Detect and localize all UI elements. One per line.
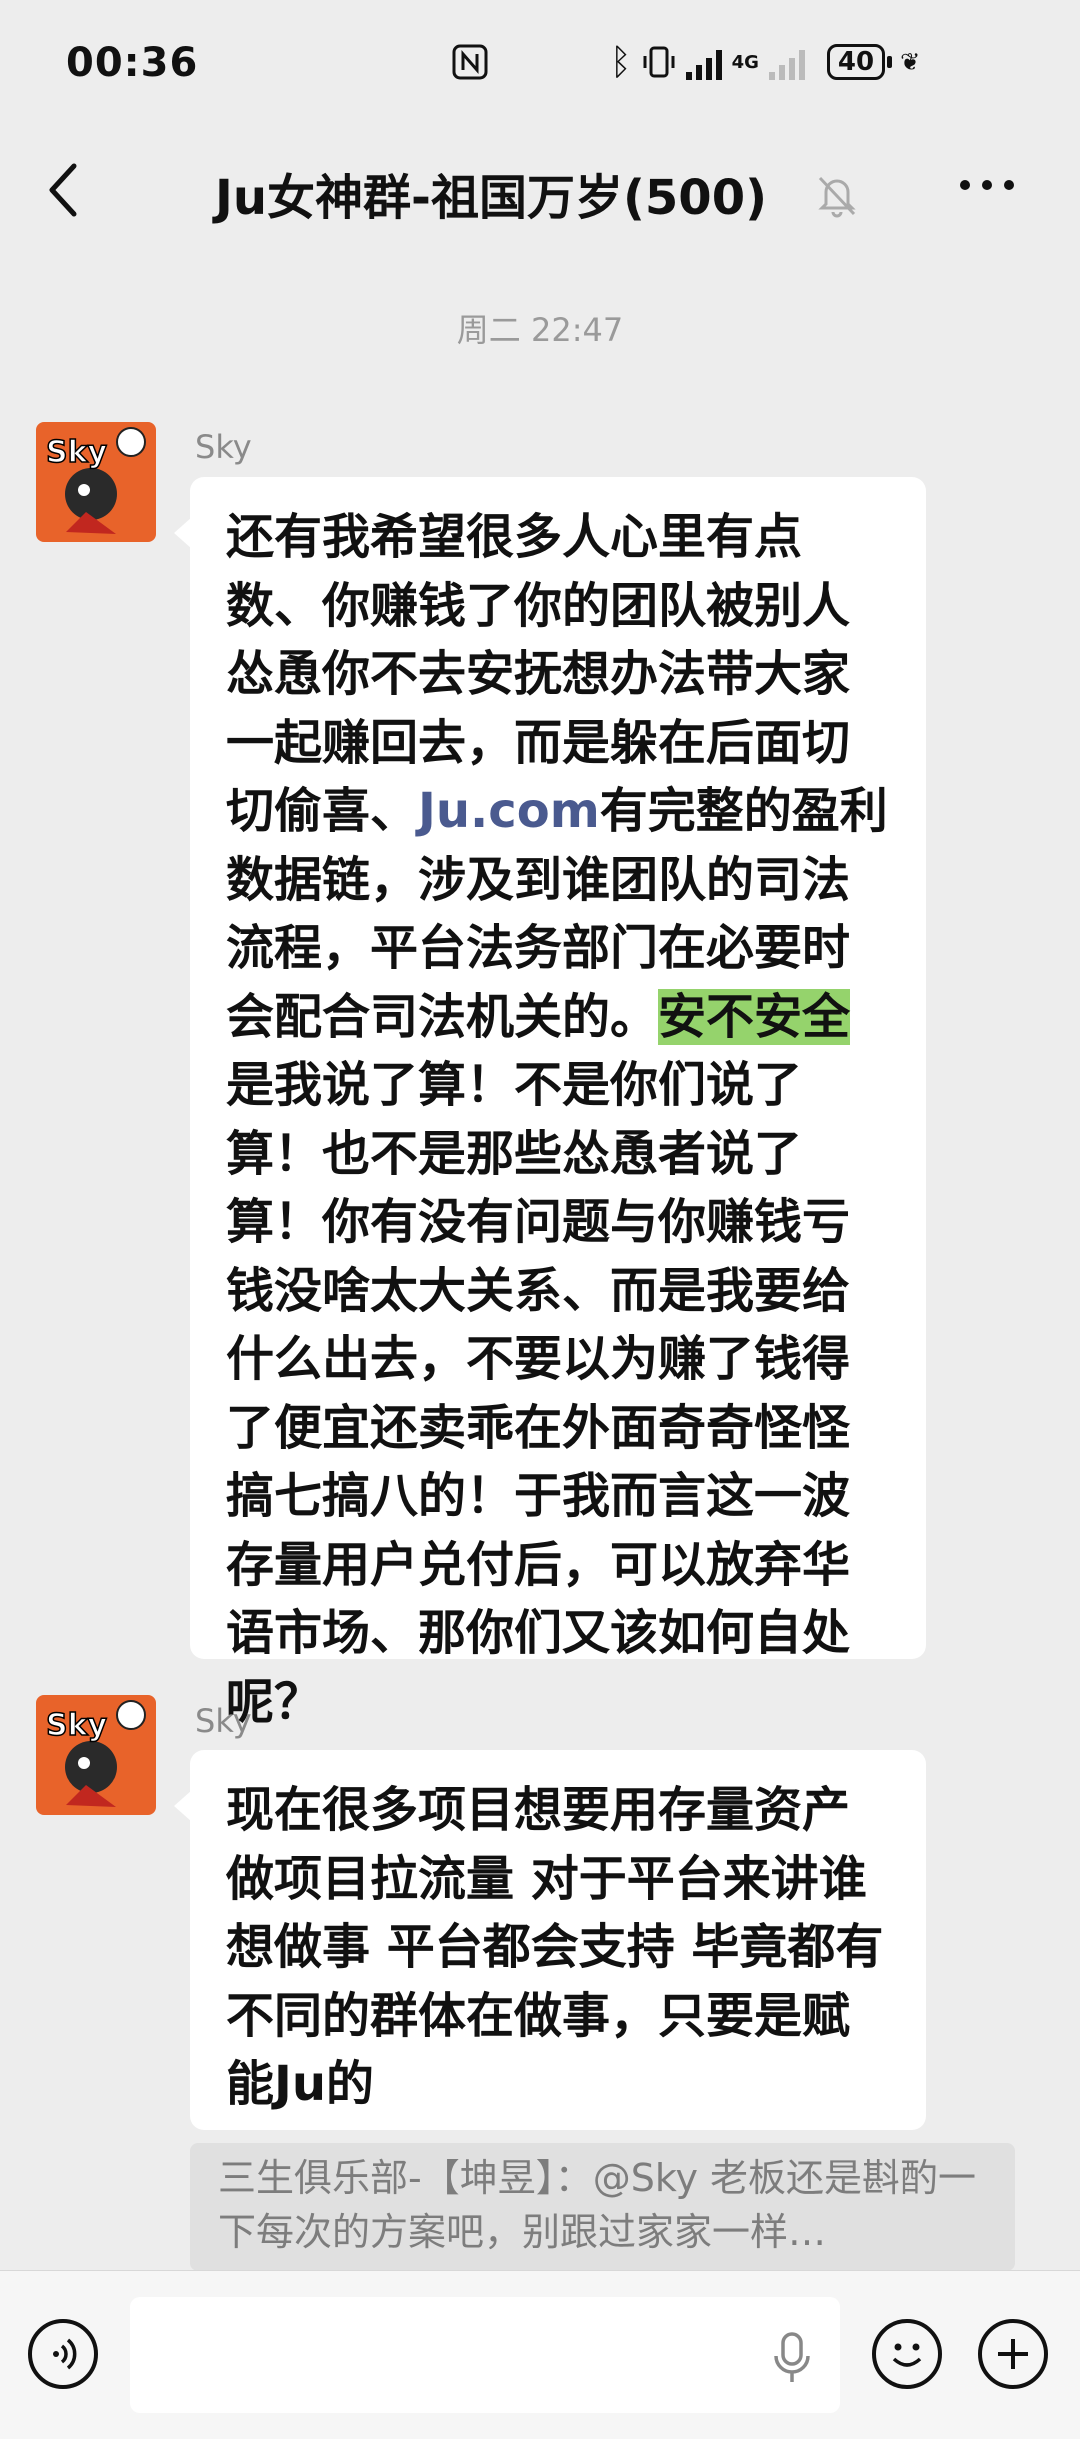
svg-text:Sky: Sky [46,1708,108,1743]
message-input[interactable] [130,2297,840,2413]
battery-level: 40 [826,44,886,80]
smiley-icon [892,2343,922,2367]
message-text: 还有我希望很多人心里有点数、你赚钱了你的团队被别人怂恿你不去安抚想办法带大家一起… [226,509,888,1730]
plus-icon [998,2339,1028,2369]
input-bar [0,2270,1080,2439]
vibrate-icon [643,46,675,78]
message-timestamp: 周二 22:47 [456,311,624,349]
voice-input-button[interactable] [28,2319,98,2389]
emoji-button[interactable] [872,2319,942,2389]
chat-title: Ju女神群-祖国万岁(500) [215,170,768,226]
sender-name: Sky [195,428,252,466]
svg-text:Sky: Sky [46,435,108,470]
sky-avatar-icon: Sky [36,422,156,542]
sender-avatar[interactable]: Sky [36,422,156,542]
message-bubble[interactable]: 现在很多项目想要用存量资产做项目拉流量 对于平台来讲谁想做事 平台都会支持 毕竟… [174,1750,926,2130]
message-link[interactable]: Ju.com [418,783,600,839]
signal-icon [685,44,722,80]
power-saving-leaf-icon: ❦ [900,48,921,76]
chat-header: Ju女神群-祖国万岁(500) [0,130,1080,255]
microphone-icon[interactable] [770,2330,814,2386]
sender-name: Sky [195,1702,252,1740]
highlighted-text: 安不安全 [658,988,851,1045]
status-icons: ᛒ 4G 40 ❦ [610,40,920,84]
more-options-button[interactable] [960,180,1014,190]
nfc-icon [452,44,488,80]
battery-icon: 40 ❦ [826,44,921,80]
back-arrow-icon[interactable] [40,160,90,220]
sky-avatar-icon: Sky [36,1695,156,1815]
bluetooth-icon: ᛒ [610,41,632,83]
quoted-reply[interactable]: 三生俱乐部-【坤昱】：@Sky 老板还是斟酌一下每次的方案吧，别跟过家家一样… [190,2143,1015,2271]
voice-wave-icon [53,2338,77,2370]
message-text: 现在很多项目想要用存量资产做项目拉流量 对于平台来讲谁想做事 平台都会支持 毕竟… [226,1782,884,2112]
mute-bell-icon [818,176,856,218]
network-type-label: 4G [731,51,759,73]
signal-weak-icon [768,44,805,80]
status-time: 00:36 [66,40,199,86]
sender-avatar[interactable]: Sky [36,1695,156,1815]
more-functions-button[interactable] [978,2319,1048,2389]
message-bubble[interactable]: 还有我希望很多人心里有点数、你赚钱了你的团队被别人怂恿你不去安抚想办法带大家一起… [174,477,926,1730]
status-bar: 00:36 ᛒ 4G 40 ❦ [0,0,1080,130]
